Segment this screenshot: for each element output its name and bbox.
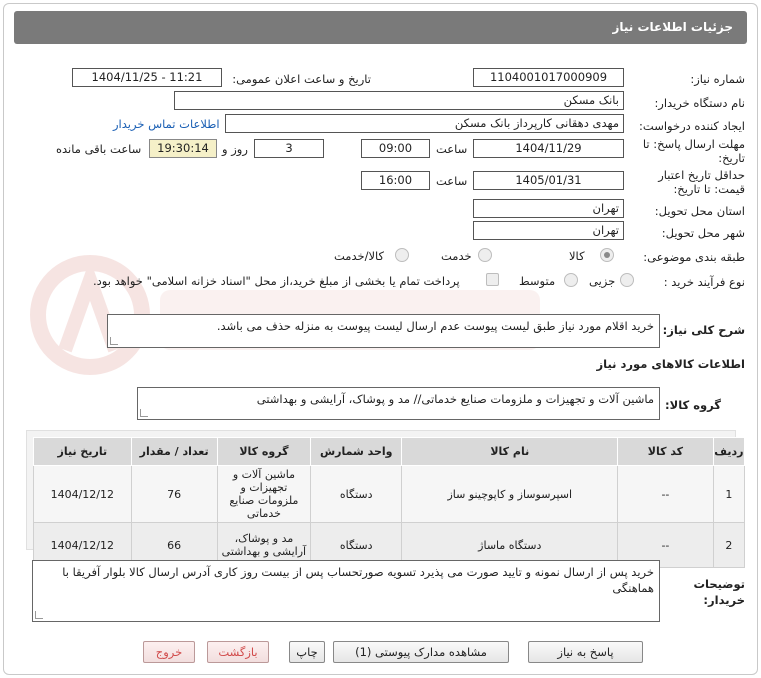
col-header-row-number: ردیف [712,437,746,466]
goods-group-textarea: ماشین آلات و تجهیزات و ملزومات صنایع خدم… [137,387,660,420]
cell-unit: دستگاه [310,465,403,523]
province-label: استان محل تحویل: [654,204,745,218]
goods-group-text: ماشین آلات و تجهیزات و ملزومات صنایع خدم… [256,392,654,406]
process-type-label: نوع فرآیند خرید : [663,275,745,289]
need-number-label: شماره نیاز: [690,72,745,86]
goods-table: ردیف کد کالا نام کالا واحد شمارش گروه کا… [33,437,746,568]
col-header-item-code: کد کالا [617,437,714,466]
category-radio-service[interactable] [478,248,492,262]
validity-time-label: ساعت [436,174,468,188]
deadline-label-date: تاریخ: [718,151,745,165]
description-text: خرید اقلام مورد نیاز طبق لیست پیوست عدم … [216,319,654,333]
process-radio-small[interactable] [620,273,634,287]
col-header-unit: واحد شمارش [310,437,403,466]
requester-label: ایجاد کننده درخواست: [639,119,745,133]
buyer-org-label: نام دستگاه خریدار: [654,96,745,110]
validity-time-value: 16:00 [361,171,430,190]
need-number-value: 1104001017000909 [473,68,624,87]
print-button[interactable]: چاپ [289,641,325,663]
cell-item-code: -- [617,465,714,523]
col-header-item-name: نام کالا [401,437,619,466]
resize-grip-icon[interactable] [140,409,148,417]
description-textarea: خرید اقلام مورد نیاز طبق لیست پیوست عدم … [107,314,660,348]
goods-section-title: اطلاعات کالاهای مورد نیاز [596,357,745,371]
description-label: شرح کلی نیاز: [662,323,745,337]
treasury-checkbox[interactable] [486,273,499,286]
deadline-time-value: 09:00 [361,139,430,158]
cell-quantity: 76 [130,465,218,523]
col-header-group: گروه کالا [216,437,312,466]
buyer-org-value: بانک مسکن [174,91,624,110]
table-row: 1 -- اسپرسوساز و کاپوچینو ساز دستگاه ماش… [33,465,746,523]
cell-row-number: 2 [712,522,746,568]
process-radio-medium[interactable] [564,273,578,287]
col-header-quantity: تعداد / مقدار [130,437,218,466]
treasury-note: پرداخت تمام یا بخشی از مبلغ خرید،از محل … [93,274,460,288]
back-button[interactable]: بازگشت [207,641,269,663]
announce-label: تاریخ و ساعت اعلان عمومی: [232,72,371,86]
resize-grip-icon[interactable] [35,611,43,619]
announce-value: 1404/11/25 - 11:21 [72,68,222,87]
cell-row-number: 1 [712,465,746,523]
page-title: جزئیات اطلاعات نیاز [612,20,733,34]
validity-date-value: 1405/01/31 [473,171,624,190]
category-option-goods-service: کالا/خدمت [334,249,385,263]
remaining-time-value: 19:30:14 [149,139,217,158]
buyer-notes-label-2: خریدار: [703,593,745,607]
cell-need-date: 1404/12/12 [33,465,132,523]
deadline-time-label: ساعت [436,142,468,156]
reply-to-need-button[interactable]: پاسخ به نیاز [528,641,643,663]
resize-grip-icon[interactable] [110,337,118,345]
validity-label: حداقل تاریخ اعتبار [658,168,745,182]
buyer-notes-textarea: خرید پس از ارسال نمونه و تایید صورت می پ… [32,560,660,622]
view-attachments-button[interactable]: مشاهده مدارک پیوستی (1) [333,641,509,663]
goods-group-label: گروه کالا: [665,398,721,412]
process-option-small: جزیی [589,274,616,288]
page-header: جزئیات اطلاعات نیاز [14,11,747,44]
category-radio-goods[interactable] [600,248,614,262]
deadline-date-value: 1404/11/29 [473,139,624,158]
validity-label-date: قیمت: تا تاریخ: [673,182,745,196]
buyer-notes-text: خرید پس از ارسال نمونه و تایید صورت می پ… [62,565,654,595]
buyer-contact-link[interactable]: اطلاعات تماس خریدار [113,117,220,131]
table-header-row: ردیف کد کالا نام کالا واحد شمارش گروه کا… [33,437,746,466]
requester-value: مهدی دهقانی کارپرداز بانک مسکن [225,114,624,133]
province-value: تهران [473,199,624,218]
category-label: طبقه بندی موضوعی: [643,250,745,264]
exit-button[interactable]: خروج [143,641,195,663]
category-option-service: خدمت [441,249,472,263]
remaining-time-label: ساعت باقی مانده [56,142,142,156]
category-option-goods: کالا [569,249,585,263]
col-header-need-date: تاریخ نیاز [33,437,132,466]
cell-item-name: اسپرسوساز و کاپوچینو ساز [401,465,619,523]
city-value: تهران [473,221,624,240]
days-label: روز و [222,142,248,156]
city-label: شهر محل تحویل: [661,226,745,240]
days-remaining-value: 3 [254,139,324,158]
cell-group: ماشین آلات و تجهیزات و ملزومات صنایع خدم… [216,465,312,523]
deadline-label: مهلت ارسال پاسخ: تا [642,137,745,151]
category-radio-goods-service[interactable] [395,248,409,262]
process-option-medium: متوسط [519,274,556,288]
buyer-notes-label: توضیحات [693,577,746,591]
